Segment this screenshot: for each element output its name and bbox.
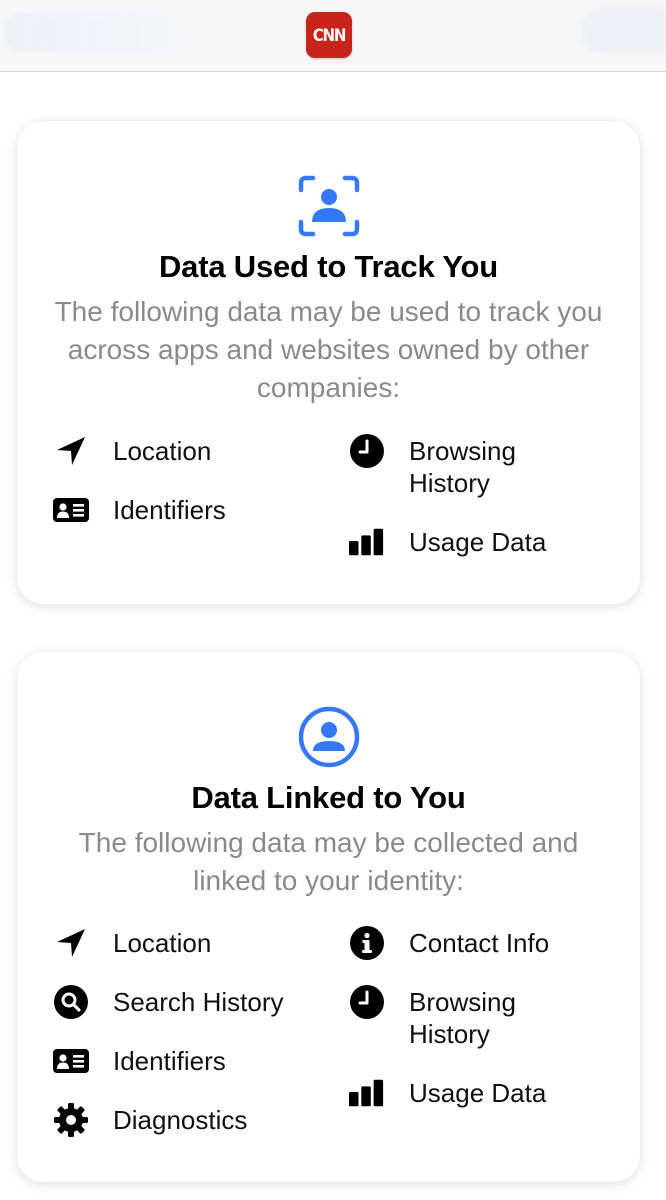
clock-icon [349,433,385,469]
cnn-logo: CNN [306,12,352,58]
location-arrow-icon [53,925,89,961]
section-title: Data Used to Track You [158,249,498,284]
data-item-search-history: Search History [53,984,284,1020]
data-used-to-track-you-card: Data Used to Track You The following dat… [17,121,640,604]
data-item-label: Location [113,928,212,958]
data-item-location: Location [53,435,211,469]
section-description: The following data may be collected and … [78,827,579,896]
data-item-browsing-history: Browsing History [349,984,559,1050]
data-item-location: Location [53,927,211,961]
track-user-icon [298,175,359,237]
data-item-label: Browsing History [409,436,516,498]
clock-icon [349,984,385,1020]
data-item-label: Browsing History [409,987,516,1049]
nav-right-button[interactable] [582,8,666,54]
data-item-label: Identifiers [113,495,226,525]
data-item-identifiers: Identifiers [53,494,226,528]
gear-icon [53,1102,89,1138]
data-item-label: Location [113,436,212,466]
id-card-icon [53,1043,89,1079]
data-item-label: Contact Info [409,928,550,958]
data-item-usage-data: Usage Data [349,526,546,560]
section-title: Data Linked to You [191,780,466,815]
user-circle-icon [298,706,359,768]
data-item-label: Diagnostics [113,1105,248,1135]
bar-chart-icon [349,1075,385,1111]
data-item-diagnostics: Diagnostics [53,1102,248,1138]
data-item-browsing-history: Browsing History [349,433,559,499]
data-item-identifiers: Identifiers [53,1045,226,1079]
location-arrow-icon [53,433,89,469]
back-button[interactable] [4,14,180,52]
data-item-label: Search History [113,987,284,1017]
section-description: The following data may be used to track … [54,296,603,403]
search-icon [53,984,89,1020]
data-item-contact-info: Contact Info [349,925,550,961]
navigation-bar: CNN [0,0,666,72]
data-item-label: Usage Data [409,527,547,557]
bar-chart-icon [349,524,385,560]
data-item-label: Usage Data [409,1078,547,1108]
cnn-logo-text: CNN [312,24,347,46]
data-item-label: Identifiers [113,1046,226,1076]
id-card-icon [53,492,89,528]
data-linked-to-you-card: Data Linked to You The following data ma… [17,652,640,1182]
data-item-usage-data: Usage Data [349,1077,546,1111]
info-icon [349,925,385,961]
